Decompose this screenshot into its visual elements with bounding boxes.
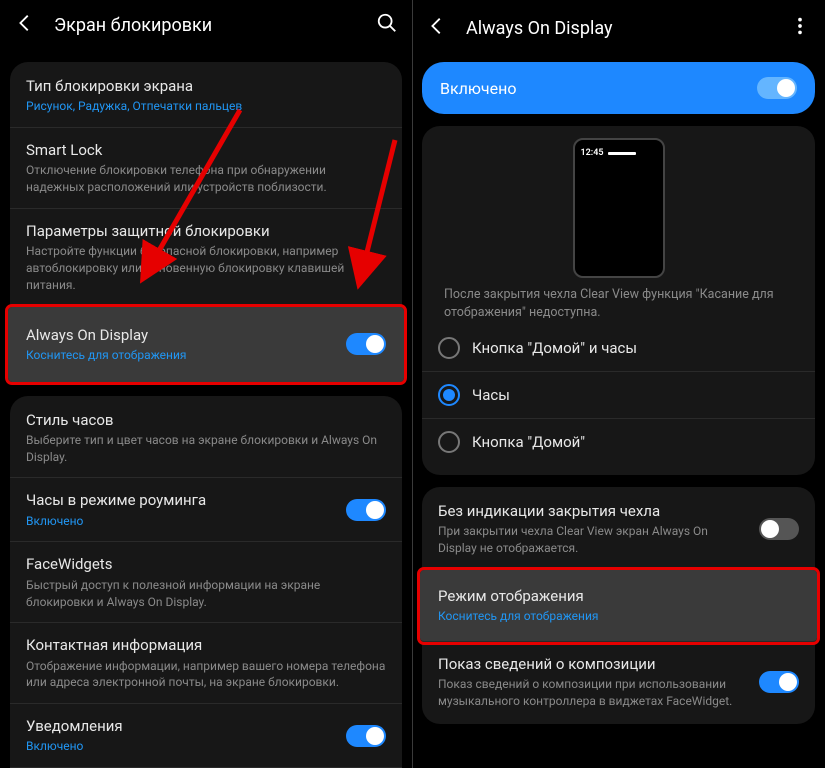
radio-home-and-clock[interactable]: Кнопка "Домой" и часы <box>422 325 815 372</box>
clearview-hint: После закрытия чехла Clear View функция … <box>444 286 793 321</box>
aod-toggle[interactable] <box>346 333 386 355</box>
item-face-widgets[interactable]: FaceWidgets Быстрый доступ к полезной ин… <box>10 542 402 623</box>
radio-home[interactable]: Кнопка "Домой" <box>422 419 815 465</box>
back-icon[interactable] <box>14 12 36 38</box>
group-lock: Тип блокировки экрана Рисунок, Радужка, … <box>10 62 402 384</box>
aod-label: Always On Display <box>26 325 334 345</box>
radio-clock[interactable]: Часы <box>422 372 815 419</box>
no-indication-label: Без индикации закрытия чехла <box>438 501 747 521</box>
item-notifications[interactable]: Уведомления Включено <box>10 704 402 768</box>
more-icon[interactable] <box>789 15 811 41</box>
roaming-clock-sub: Включено <box>26 513 334 530</box>
item-clock-style[interactable]: Стиль часов Выберите тип и цвет часов на… <box>10 398 402 479</box>
no-indication-toggle[interactable] <box>759 518 799 540</box>
screen-aod-settings: Always On Display Включено 12:45 После з… <box>412 0 825 768</box>
item-secure-lock[interactable]: Параметры защитной блокировки Настройте … <box>10 209 402 307</box>
back-icon[interactable] <box>426 15 448 41</box>
preview-time: 12:45 <box>581 148 604 158</box>
aod-preview: 12:45 <box>573 138 665 278</box>
radio-icon <box>438 431 460 453</box>
header: Экран блокировки <box>0 0 412 50</box>
item-track-info[interactable]: Показ сведений о композиции Показ сведен… <box>422 642 815 722</box>
page-title: Экран блокировки <box>54 15 358 36</box>
settings-scroll: Тип блокировки экрана Рисунок, Радужка, … <box>0 50 412 768</box>
radio-home-label: Кнопка "Домой" <box>472 432 585 452</box>
notifications-sub: Включено <box>26 738 334 755</box>
item-aod[interactable]: Always On Display Коснитесь для отображе… <box>8 307 404 382</box>
radio-icon-selected <box>438 384 460 406</box>
item-contact-info[interactable]: Контактная информация Отображение информ… <box>10 623 402 704</box>
contact-info-sub: Отображение информации, например вашего … <box>26 658 386 692</box>
enabled-bar[interactable]: Включено <box>422 62 815 114</box>
screenshot-divider <box>412 0 413 768</box>
secure-lock-label: Параметры защитной блокировки <box>26 221 386 241</box>
track-info-label: Показ сведений о композиции <box>438 654 747 674</box>
smart-lock-sub: Отключение блокировки телефона при обнар… <box>26 162 386 196</box>
item-lock-type[interactable]: Тип блокировки экрана Рисунок, Радужка, … <box>10 64 402 128</box>
secure-lock-sub: Настройте функции безопасной блокировки,… <box>26 243 386 293</box>
face-widgets-label: FaceWidgets <box>26 554 386 574</box>
roaming-clock-label: Часы в режиме роуминга <box>26 490 334 510</box>
clock-style-label: Стиль часов <box>26 410 386 430</box>
radio-home-clock-label: Кнопка "Домой" и часы <box>472 338 637 358</box>
lock-type-sub: Рисунок, Радужка, Отпечатки пальцев <box>26 98 386 115</box>
screen-lockscreen-settings: Экран блокировки Тип блокировки экрана Р… <box>0 0 412 768</box>
group-aod-options: Без индикации закрытия чехла При закрыти… <box>422 487 815 724</box>
item-display-mode[interactable]: Режим отображения Коснитесь для отображе… <box>420 570 817 642</box>
contact-info-label: Контактная информация <box>26 635 386 655</box>
notifications-toggle[interactable] <box>346 725 386 747</box>
radio-clock-label: Часы <box>472 385 510 405</box>
item-roaming-clock[interactable]: Часы в режиме роуминга Включено <box>10 478 402 542</box>
track-info-sub: Показ сведений о композиции при использо… <box>438 676 747 710</box>
no-indication-sub: При закрытии чехла Clear View экран Alwa… <box>438 523 747 557</box>
display-mode-sub: Коснитесь для отображения <box>438 608 799 625</box>
header-aod: Always On Display <box>412 0 825 50</box>
lock-type-label: Тип блокировки экрана <box>26 76 386 96</box>
smart-lock-label: Smart Lock <box>26 140 386 160</box>
notifications-label: Уведомления <box>26 716 334 736</box>
aod-sub: Коснитесь для отображения <box>26 347 334 364</box>
item-smart-lock[interactable]: Smart Lock Отключение блокировки телефон… <box>10 128 402 209</box>
radio-icon <box>438 337 460 359</box>
display-mode-label: Режим отображения <box>438 586 799 606</box>
enabled-toggle[interactable] <box>757 77 797 99</box>
enabled-label: Включено <box>440 79 516 98</box>
roaming-clock-toggle[interactable] <box>346 499 386 521</box>
face-widgets-sub: Быстрый доступ к полезной информации на … <box>26 577 386 611</box>
track-info-toggle[interactable] <box>759 671 799 693</box>
page-title-aod: Always On Display <box>466 18 771 39</box>
search-icon[interactable] <box>376 12 398 38</box>
clock-style-sub: Выберите тип и цвет часов на экране блок… <box>26 432 386 466</box>
group-preview-radio: 12:45 После закрытия чехла Clear View фу… <box>422 126 815 475</box>
group-display: Стиль часов Выберите тип и цвет часов на… <box>10 396 402 768</box>
item-no-indication[interactable]: Без индикации закрытия чехла При закрыти… <box>422 489 815 570</box>
preview-bar-icon <box>608 152 636 155</box>
aod-scroll: Включено 12:45 После закрытия чехла Clea… <box>412 50 825 768</box>
